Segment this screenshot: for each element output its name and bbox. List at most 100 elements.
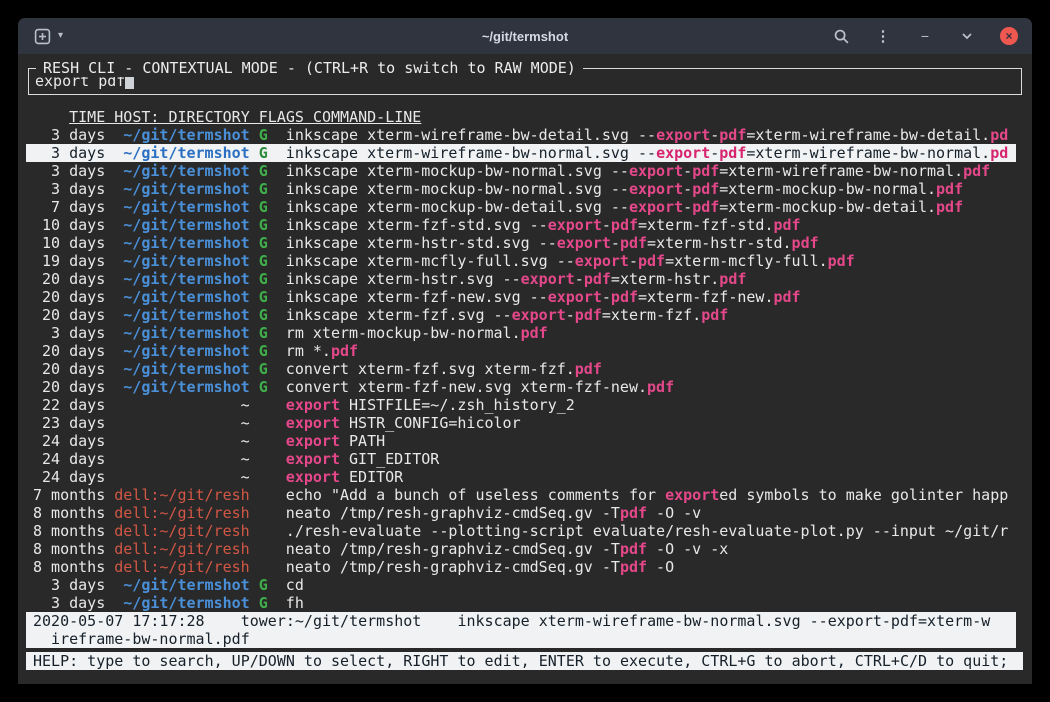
status-line: ireframe-bw-normal.pdf — [26, 630, 1016, 648]
match-highlight: export — [629, 180, 683, 198]
entry-command: fh — [286, 594, 1016, 612]
entry-flags: G — [259, 270, 286, 288]
entry-command: rm xterm-mockup-bw-normal.pdf — [286, 324, 1016, 342]
match-highlight: export — [629, 198, 683, 216]
history-row[interactable]: 7 days~/git/termshotGinkscape xterm-mock… — [26, 198, 1016, 216]
entry-host: ~/git/termshot — [114, 126, 249, 144]
match-highlight: export — [629, 162, 683, 180]
entry-flags: G — [259, 360, 286, 378]
history-row[interactable]: 20 days~/git/termshotGconvert xterm-fzf.… — [26, 360, 1016, 378]
match-highlight: pd — [990, 144, 1008, 162]
history-row[interactable]: 20 days~/git/termshotGinkscape xterm-fzf… — [26, 306, 1016, 324]
history-row[interactable]: 24 days~export GIT_EDITOR — [26, 450, 1016, 468]
history-row[interactable]: 23 days~export HSTR_CONFIG=hicolor — [26, 414, 1016, 432]
match-highlight: pdf — [575, 306, 602, 324]
entry-command: export PATH — [286, 432, 1016, 450]
entry-time: 8 months — [33, 504, 105, 522]
match-highlight: pdf — [611, 216, 638, 234]
search-button[interactable] — [832, 27, 850, 45]
history-row[interactable]: 20 days~/git/termshotGinkscape xterm-fzf… — [26, 288, 1016, 306]
match-highlight: export — [521, 270, 575, 288]
entry-command: export GIT_EDITOR — [286, 450, 1016, 468]
command-text: inkscape xterm-hstr-std.svg -- — [286, 234, 557, 252]
entry-flags: G — [259, 162, 286, 180]
history-row[interactable]: 3 days~/git/termshotGinkscape xterm-wire… — [26, 144, 1016, 162]
command-text: - — [602, 288, 611, 306]
tab-dropdown-button[interactable]: ▾ — [58, 31, 63, 41]
history-row[interactable]: 3 days~/git/termshotGcd — [26, 576, 1016, 594]
entry-command: export EDITOR — [286, 468, 1016, 486]
entry-host: ~/git/termshot — [114, 378, 249, 396]
history-row[interactable]: 3 days~/git/termshotGrm xterm-mockup-bw-… — [26, 324, 1016, 342]
history-row[interactable]: 3 days~/git/termshotGinkscape xterm-mock… — [26, 162, 1016, 180]
history-list: TIME HOST: DIRECTORY FLAGS COMMAND-LINE … — [26, 108, 1016, 612]
command-text: rm xterm-mockup-bw-normal. — [286, 324, 521, 342]
entry-host: dell:~/git/resh — [114, 558, 249, 576]
entry-flags: G — [259, 198, 286, 216]
history-row[interactable]: 3 days~/git/termshotGfh — [26, 594, 1016, 612]
history-row[interactable]: 8 monthsdell:~/git/reshneato /tmp/resh-g… — [26, 504, 1016, 522]
status-bar: 2020-05-07 17:17:28 tower:~/git/termshot… — [26, 612, 1016, 648]
entry-command: inkscape xterm-mockup-bw-normal.svg --ex… — [286, 180, 1016, 198]
command-text: =xterm-mockup-bw-normal. — [719, 180, 936, 198]
match-highlight: export — [286, 450, 340, 468]
history-row[interactable]: 8 monthsdell:~/git/resh./resh-evaluate -… — [26, 522, 1016, 540]
entry-host: dell:~/git/resh — [114, 522, 249, 540]
history-row[interactable]: 22 days~export HISTFILE=~/.zsh_history_2 — [26, 396, 1016, 414]
entry-command: echo "Add a bunch of useless comments fo… — [286, 486, 1016, 504]
chevron-down-icon: ▾ — [58, 30, 63, 41]
entry-time: 7 days — [33, 198, 105, 216]
entry-flags: G — [259, 594, 286, 612]
entry-host: ~/git/termshot — [114, 252, 249, 270]
command-text: =xterm-hstr-std. — [647, 234, 792, 252]
command-text: - — [683, 198, 692, 216]
new-tab-button[interactable] — [33, 27, 51, 45]
command-text: - — [710, 144, 719, 162]
command-text: HISTFILE=~/.zsh_history_2 — [340, 396, 575, 414]
new-tab-icon — [34, 28, 51, 45]
entry-host: ~/git/termshot — [114, 342, 249, 360]
entry-command: inkscape xterm-mcfly-full.svg --export-p… — [286, 252, 1016, 270]
command-text: convert xterm-fzf-new.svg xterm-fzf-new. — [286, 378, 647, 396]
entry-host: ~/git/termshot — [114, 270, 249, 288]
menu-button[interactable]: ⋮ — [874, 27, 892, 45]
entry-command: inkscape xterm-wireframe-bw-normal.svg -… — [286, 144, 1016, 162]
command-text: - — [566, 306, 575, 324]
entry-time: 20 days — [33, 360, 105, 378]
history-row[interactable]: 3 days~/git/termshotGinkscape xterm-mock… — [26, 180, 1016, 198]
entry-host: ~ — [114, 468, 249, 486]
history-row[interactable]: 24 days~export PATH — [26, 432, 1016, 450]
command-text: ./resh-evaluate --plotting-script evalua… — [286, 522, 1008, 540]
history-row[interactable]: 10 days~/git/termshotGinkscape xterm-fzf… — [26, 216, 1016, 234]
history-row[interactable]: 19 days~/git/termshotGinkscape xterm-mcf… — [26, 252, 1016, 270]
command-text: inkscape xterm-fzf.svg -- — [286, 306, 512, 324]
match-highlight: export — [286, 414, 340, 432]
restore-button[interactable] — [958, 27, 976, 45]
entry-flags: G — [259, 288, 286, 306]
entry-time: 8 months — [33, 558, 105, 576]
history-row[interactable]: 8 monthsdell:~/git/reshneato /tmp/resh-g… — [26, 558, 1016, 576]
minimize-button[interactable]: − — [916, 27, 934, 45]
titlebar[interactable]: ▾ ~/git/termshot ⋮ − × — [18, 18, 1032, 54]
history-row[interactable]: 24 days~export EDITOR — [26, 468, 1016, 486]
entry-host: ~/git/termshot — [114, 360, 249, 378]
history-row[interactable]: 20 days~/git/termshotGrm *.pdf — [26, 342, 1016, 360]
match-highlight: export — [548, 288, 602, 306]
history-row[interactable]: 7 monthsdell:~/git/reshecho "Add a bunch… — [26, 486, 1016, 504]
match-highlight: pdf — [792, 234, 819, 252]
close-button[interactable]: × — [1000, 27, 1018, 45]
entry-flags: G — [259, 324, 286, 342]
match-highlight: pdf — [963, 162, 990, 180]
history-row[interactable]: 8 monthsdell:~/git/reshneato /tmp/resh-g… — [26, 540, 1016, 558]
history-row[interactable]: 20 days~/git/termshotGconvert xterm-fzf-… — [26, 378, 1016, 396]
command-text: -O — [647, 558, 674, 576]
entry-flags: G — [259, 126, 286, 144]
history-row[interactable]: 20 days~/git/termshotGinkscape xterm-hst… — [26, 270, 1016, 288]
entry-time: 24 days — [33, 432, 105, 450]
header-padding — [33, 108, 69, 126]
match-highlight: pdf — [936, 198, 963, 216]
history-row[interactable]: 10 days~/git/termshotGinkscape xterm-hst… — [26, 234, 1016, 252]
command-text: PATH — [340, 432, 385, 450]
help-bar: HELP: type to search, UP/DOWN to select,… — [26, 652, 1023, 670]
history-row[interactable]: 3 days~/git/termshotGinkscape xterm-wire… — [26, 126, 1016, 144]
